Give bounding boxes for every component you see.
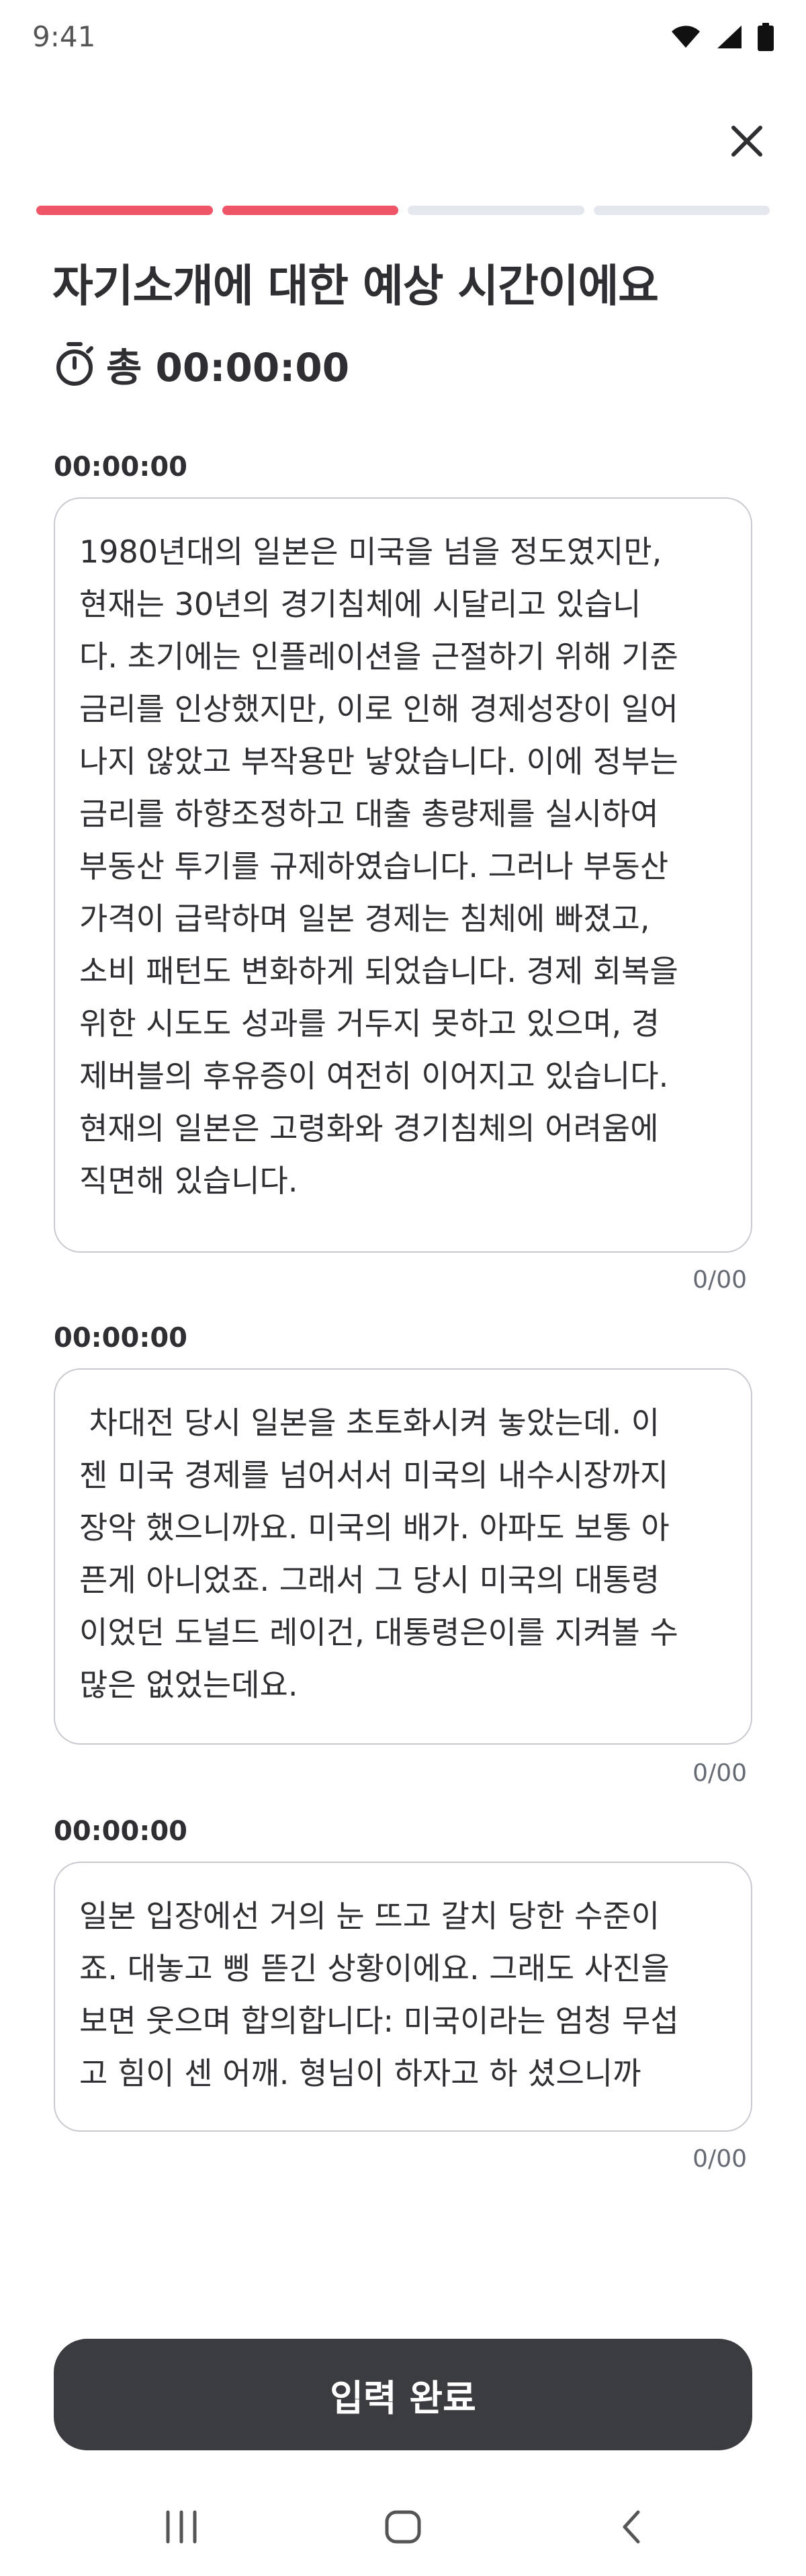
home-icon (385, 2510, 421, 2544)
total-time-row: 총 00:00:00 (54, 336, 349, 392)
section-3-text-box[interactable]: 일본 입장에선 거의 눈 뜨고 갈치 당한 수준이 죠. 대놓고 삥 뜯긴 상황… (54, 1862, 752, 2132)
section-2-char-count: 0/00 (692, 1759, 747, 1787)
recent-apps-icon (166, 2510, 197, 2544)
submit-button[interactable]: 입력 완료 (54, 2339, 752, 2450)
total-time-label: 총 00:00:00 (106, 345, 350, 390)
section-1-text-box[interactable]: 1980년대의 일본은 미국을 넘을 정도였지만, 현재는 30년의 경기침체에… (54, 497, 752, 1253)
close-button[interactable] (720, 114, 774, 168)
step-progress-bar (36, 206, 770, 215)
section-1-time: 00:00:00 (54, 452, 187, 483)
section-1-char-count: 0/00 (692, 1266, 747, 1294)
section-2-text-box[interactable]: 차대전 당시 일본을 초토화시켜 놓았는데. 이 젠 미국 경제를 넘어서서 미… (54, 1368, 752, 1745)
recent-apps-button[interactable] (141, 2500, 222, 2554)
progress-step-4 (593, 206, 770, 215)
system-nav-bar (0, 2480, 806, 2576)
stopwatch-icon (56, 342, 93, 386)
back-button[interactable] (591, 2500, 672, 2554)
signal-icon (717, 26, 742, 48)
progress-step-2 (222, 206, 398, 215)
page-title: 자기소개에 대한 예상 시간이에요 (52, 260, 659, 312)
back-icon (623, 2510, 640, 2544)
wifi-icon (672, 26, 700, 48)
status-time: 9:41 (32, 20, 96, 53)
section-2-time: 00:00:00 (54, 1323, 187, 1354)
section-3-time: 00:00:00 (54, 1816, 187, 1847)
progress-step-1 (36, 206, 213, 215)
section-3-char-count: 0/00 (692, 2145, 747, 2173)
status-icons (670, 23, 774, 51)
progress-step-3 (408, 206, 584, 215)
status-bar: 9:41 (0, 0, 806, 81)
home-button[interactable] (363, 2500, 443, 2554)
battery-icon (758, 23, 774, 51)
close-icon (731, 126, 762, 157)
